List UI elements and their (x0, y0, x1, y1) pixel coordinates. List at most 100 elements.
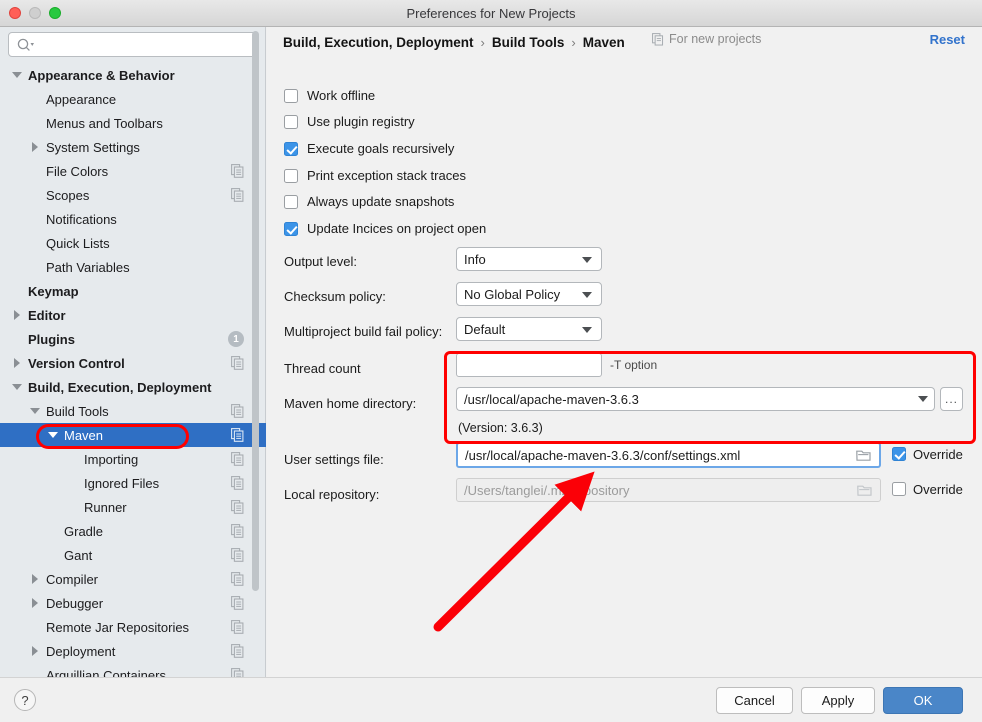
copy-documents-icon (231, 572, 244, 586)
chevron-down-icon[interactable] (10, 63, 24, 87)
twisty-placeholder (28, 159, 42, 183)
checksum-policy-label-row: Checksum policy: (284, 284, 386, 308)
sidebar-item-file-colors[interactable]: File Colors (0, 159, 266, 183)
checkbox-input[interactable] (284, 142, 298, 156)
search-box[interactable] (8, 32, 258, 57)
chevron-right-icon[interactable] (28, 639, 42, 663)
twisty-placeholder (46, 519, 60, 543)
sidebar-item-quick-lists[interactable]: Quick Lists (0, 231, 266, 255)
chevron-down-icon[interactable] (10, 375, 24, 399)
output-level-combobox[interactable]: Info (456, 247, 602, 271)
settings-tree[interactable]: Appearance & BehaviorAppearanceMenus and… (0, 63, 266, 677)
checkbox-label: Work offline (307, 88, 375, 103)
ok-button[interactable]: OK (883, 687, 963, 714)
chevron-down-icon[interactable] (28, 399, 42, 423)
checkbox-input[interactable] (284, 222, 298, 236)
checkbox-row-update-incices-on-project-open[interactable]: Update Incices on project open (284, 221, 486, 236)
sidebar-item-scopes[interactable]: Scopes (0, 183, 266, 207)
local-repository-label: Local repository: (284, 487, 379, 502)
sidebar-item-label: Importing (84, 452, 138, 467)
maven-home-label-row: Maven home directory: (284, 391, 416, 415)
sidebar-item-compiler[interactable]: Compiler (0, 567, 266, 591)
sidebar-item-label: Arquillian Containers (46, 668, 166, 678)
multiproject-fail-value: Default (464, 322, 505, 337)
sidebar-item-label: Ignored Files (84, 476, 159, 491)
copy-documents-icon (231, 452, 244, 466)
sidebar-item-keymap[interactable]: Keymap (0, 279, 266, 303)
local-repository-override-toggle[interactable]: Override (892, 477, 963, 501)
copy-documents-icon (231, 188, 244, 202)
checkbox-input[interactable] (284, 115, 298, 129)
sidebar-item-gradle[interactable]: Gradle (0, 519, 266, 543)
sidebar-item-appearance-behavior[interactable]: Appearance & Behavior (0, 63, 266, 87)
copy-documents-icon (231, 548, 244, 562)
sidebar-scrollbar[interactable] (252, 31, 259, 591)
chevron-right-icon[interactable] (28, 135, 42, 159)
chevron-down-icon[interactable] (46, 423, 60, 447)
sidebar-item-deployment[interactable]: Deployment (0, 639, 266, 663)
sidebar-item-label: Remote Jar Repositories (46, 620, 189, 635)
sidebar-item-editor[interactable]: Editor (0, 303, 266, 327)
preferences-window: Preferences for New Projects Appearance … (0, 0, 982, 722)
sidebar-item-appearance[interactable]: Appearance (0, 87, 266, 111)
user-settings-input[interactable]: /usr/local/apache-maven-3.6.3/conf/setti… (456, 442, 881, 468)
sidebar-item-version-control[interactable]: Version Control (0, 351, 266, 375)
copy-documents-icon (231, 356, 244, 370)
copy-documents-icon (231, 428, 244, 442)
checksum-policy-combobox[interactable]: No Global Policy (456, 282, 602, 306)
twisty-placeholder (28, 111, 42, 135)
help-button[interactable]: ? (14, 689, 36, 711)
sidebar-item-label: Build, Execution, Deployment (28, 380, 211, 395)
search-icon (17, 38, 35, 52)
sidebar-item-debugger[interactable]: Debugger (0, 591, 266, 615)
maven-home-browse-button[interactable]: ... (940, 387, 963, 411)
local-repository-input: /Users/tanglei/.m2/repository (456, 478, 881, 502)
multiproject-fail-combobox[interactable]: Default (456, 317, 602, 341)
chevron-right-icon[interactable] (10, 351, 24, 375)
checkbox-input[interactable] (284, 89, 298, 103)
maven-home-dropdown-button[interactable] (911, 387, 935, 411)
chevron-right-icon[interactable] (28, 567, 42, 591)
checkbox-label: Always update snapshots (307, 194, 454, 209)
local-repository-override-checkbox[interactable] (892, 482, 906, 496)
checkbox-label: Print exception stack traces (307, 168, 466, 183)
chevron-right-icon[interactable] (28, 591, 42, 615)
user-settings-override-checkbox[interactable] (892, 447, 906, 461)
folder-icon[interactable] (856, 449, 871, 462)
sidebar-item-label: Plugins (28, 332, 75, 347)
thread-count-input[interactable] (456, 353, 602, 377)
twisty-placeholder (66, 471, 80, 495)
sidebar-item-path-variables[interactable]: Path Variables (0, 255, 266, 279)
checkbox-row-always-update-snapshots[interactable]: Always update snapshots (284, 194, 454, 209)
output-level-value: Info (464, 252, 486, 267)
plugins-update-badge: 1 (228, 331, 244, 347)
user-settings-label-row: User settings file: (284, 447, 384, 471)
sidebar-item-build-execution-deployment[interactable]: Build, Execution, Deployment (0, 375, 266, 399)
chevron-down-icon (582, 327, 592, 333)
search-input[interactable] (39, 33, 251, 56)
user-settings-override-toggle[interactable]: Override (892, 442, 963, 466)
sidebar-item-importing[interactable]: Importing (0, 447, 266, 471)
sidebar-item-notifications[interactable]: Notifications (0, 207, 266, 231)
sidebar-item-build-tools[interactable]: Build Tools (0, 399, 266, 423)
sidebar-item-ignored-files[interactable]: Ignored Files (0, 471, 266, 495)
checkbox-row-work-offline[interactable]: Work offline (284, 88, 375, 103)
sidebar-item-arquillian-containers[interactable]: Arquillian Containers (0, 663, 266, 677)
cancel-button[interactable]: Cancel (716, 687, 793, 714)
checkbox-row-print-exception-stack-traces[interactable]: Print exception stack traces (284, 168, 466, 183)
checkbox-input[interactable] (284, 169, 298, 183)
checkbox-row-execute-goals-recursively[interactable]: Execute goals recursively (284, 141, 454, 156)
sidebar-item-menus-and-toolbars[interactable]: Menus and Toolbars (0, 111, 266, 135)
apply-button[interactable]: Apply (801, 687, 875, 714)
sidebar-item-system-settings[interactable]: System Settings (0, 135, 266, 159)
checkbox-row-use-plugin-registry[interactable]: Use plugin registry (284, 114, 415, 129)
sidebar-item-plugins[interactable]: Plugins 1 (0, 327, 266, 351)
chevron-right-icon[interactable] (10, 303, 24, 327)
maven-home-input[interactable]: /usr/local/apache-maven-3.6.3 (456, 387, 911, 411)
sidebar-item-runner[interactable]: Runner (0, 495, 266, 519)
sidebar-item-remote-jar-repositories[interactable]: Remote Jar Repositories (0, 615, 266, 639)
sidebar-item-maven[interactable]: Maven (0, 423, 266, 447)
sidebar-item-gant[interactable]: Gant (0, 543, 266, 567)
checksum-policy-label: Checksum policy: (284, 289, 386, 304)
checkbox-input[interactable] (284, 195, 298, 209)
